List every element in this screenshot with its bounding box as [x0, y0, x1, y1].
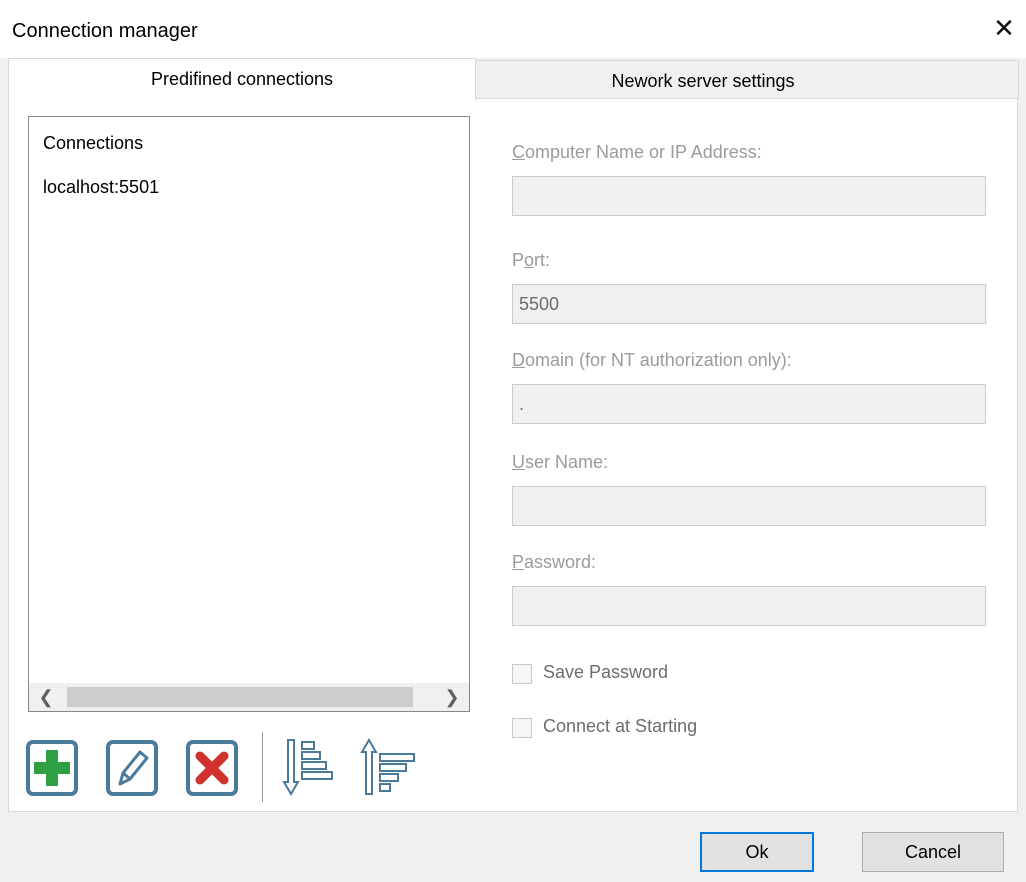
move-down-button[interactable]: [282, 738, 342, 798]
window-title: Connection manager: [12, 20, 198, 42]
toolbar-separator: [262, 732, 263, 802]
port-label-prefix: P: [512, 250, 525, 270]
horizontal-scrollbar[interactable]: ❮ ❯: [29, 683, 469, 711]
tab-strip-filler: [930, 60, 1019, 99]
password-input[interactable]: [512, 586, 986, 626]
scroll-left-icon[interactable]: ❮: [33, 683, 59, 711]
move-up-icon: [360, 738, 415, 795]
domain-label-mnemonic: D: [512, 350, 525, 370]
computer-name-label: Computer Name or IP Address:: [512, 142, 762, 163]
port-input[interactable]: 5500: [512, 284, 986, 324]
connect-at-starting-checkbox[interactable]: [512, 718, 532, 738]
title-bar: Connection manager ✕: [0, 0, 1026, 58]
tab-network-server-settings[interactable]: Nework server settings: [475, 60, 931, 100]
list-item-connection[interactable]: localhost:5501: [43, 177, 159, 198]
cancel-button[interactable]: Cancel: [862, 832, 1004, 872]
delete-connection-button[interactable]: [186, 738, 238, 798]
port-label-mnemonic: o: [524, 250, 535, 270]
user-name-label-mnemonic: U: [512, 452, 525, 472]
password-label: Password:: [512, 552, 596, 573]
port-label-text: rt:: [534, 250, 551, 270]
domain-label: Domain (for NT authorization only):: [512, 350, 792, 371]
user-name-label: User Name:: [512, 452, 608, 473]
move-down-icon: [282, 739, 333, 796]
close-button[interactable]: ✕: [990, 14, 1018, 42]
edit-connection-button[interactable]: [106, 738, 158, 798]
ok-button[interactable]: Ok: [700, 832, 814, 872]
port-label: Port:: [512, 250, 550, 271]
computer-name-label-text: omputer Name or IP Address:: [525, 142, 762, 162]
save-password-checkbox[interactable]: [512, 664, 532, 684]
edit-icon: [106, 740, 158, 796]
add-connection-button[interactable]: [26, 738, 78, 798]
add-icon: [26, 740, 78, 796]
save-password-label: Save Password: [543, 662, 669, 682]
domain-label-text: omain (for NT authorization only):: [525, 350, 792, 370]
connections-listbox[interactable]: Connections localhost:5501 ❮ ❯: [28, 116, 470, 712]
computer-name-input[interactable]: [512, 176, 986, 216]
computer-name-label-mnemonic: C: [512, 142, 525, 162]
connect-at-starting-label: Connect at Starting: [543, 716, 698, 736]
user-name-input[interactable]: [512, 486, 986, 526]
delete-icon: [186, 740, 238, 796]
user-name-label-text: ser Name:: [525, 452, 609, 472]
list-item-header[interactable]: Connections: [43, 133, 143, 154]
password-label-mnemonic: P: [512, 552, 525, 572]
move-up-button[interactable]: [360, 738, 420, 798]
tab-predefined-connections[interactable]: Predifined connections: [8, 58, 476, 101]
scroll-thumb[interactable]: [67, 687, 413, 707]
password-label-text: assword:: [524, 552, 597, 572]
scroll-right-icon[interactable]: ❯: [439, 683, 465, 711]
domain-input[interactable]: .: [512, 384, 986, 424]
